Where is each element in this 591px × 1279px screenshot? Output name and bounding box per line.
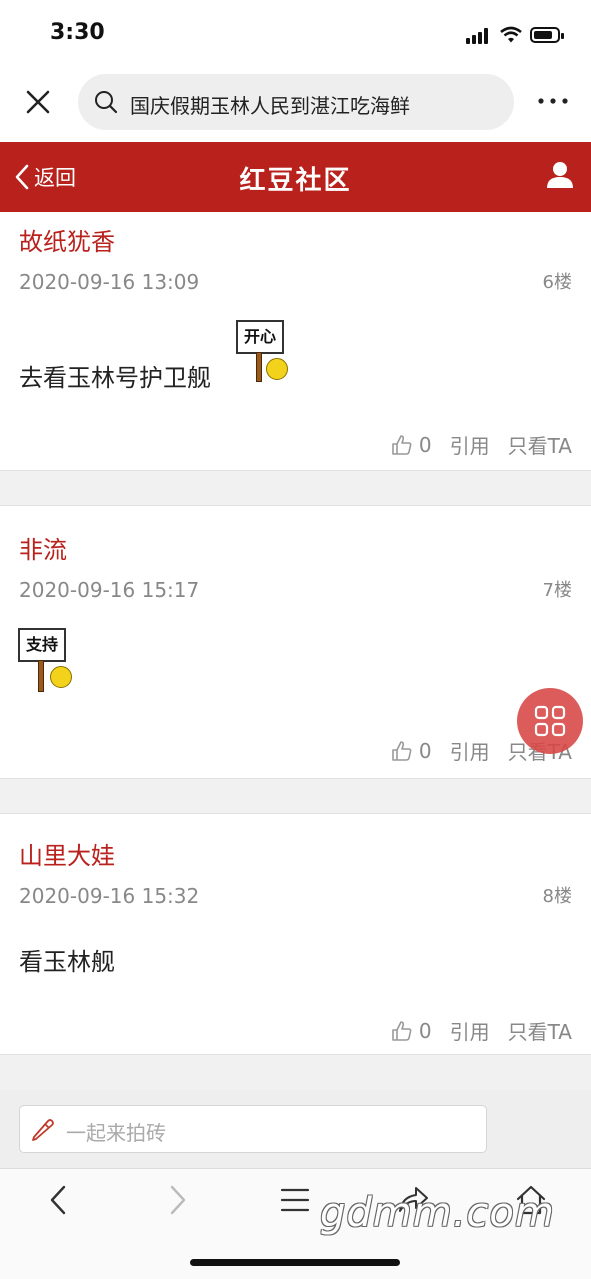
more-options-icon[interactable] <box>536 86 570 116</box>
sticker-label: 开心 <box>236 320 284 354</box>
quote-button[interactable]: 引用 <box>450 736 490 765</box>
post-text: 去看玉林号护卫舰 <box>19 364 211 392</box>
divider <box>0 1054 591 1090</box>
post-floor: 6楼 <box>542 272 572 293</box>
post-item: 山里大娃 2020-09-16 15:32 8楼 看玉林舰 0 引用 只看TA <box>0 814 591 1054</box>
reply-placeholder: 一起来拍砖 <box>66 1121 166 1145</box>
signal-icon <box>466 28 492 44</box>
floating-menu-button[interactable] <box>517 688 583 754</box>
wifi-icon <box>500 26 522 43</box>
divider <box>0 778 591 814</box>
like-button[interactable]: 0 <box>391 739 432 763</box>
search-input[interactable]: 国庆假期玉林人民到湛江吃海鲜 <box>78 74 514 130</box>
back-arrow-icon[interactable] <box>42 1183 76 1217</box>
watermark: gdmm.com <box>320 1190 555 1236</box>
post-author[interactable]: 山里大娃 <box>19 836 115 871</box>
post-actions: 0 引用 只看TA <box>391 1016 572 1045</box>
status-bar: 3:30 <box>0 0 591 70</box>
quote-button[interactable]: 引用 <box>450 1016 490 1045</box>
post-author[interactable]: 非流 <box>19 530 67 565</box>
search-text: 国庆假期玉林人民到湛江吃海鲜 <box>130 94 410 118</box>
post-time: 2020-09-16 15:17 <box>19 578 200 602</box>
post-floor: 8楼 <box>542 886 572 907</box>
post-floor: 7楼 <box>542 580 572 601</box>
post-text: 看玉林舰 <box>19 948 115 976</box>
quote-button[interactable]: 引用 <box>450 430 490 459</box>
user-icon[interactable] <box>546 161 574 189</box>
post-time: 2020-09-16 15:32 <box>19 884 200 908</box>
post-time: 2020-09-16 13:09 <box>19 270 200 294</box>
support-sticker: 支持 <box>18 628 82 694</box>
page-title: 红豆社区 <box>239 166 352 196</box>
like-button[interactable]: 0 <box>391 433 432 457</box>
divider <box>0 470 591 506</box>
pencil-icon <box>32 1119 54 1141</box>
thumbs-up-icon <box>392 1020 412 1041</box>
battery-icon <box>530 27 564 43</box>
search-icon <box>95 91 118 114</box>
reply-bar: 一起来拍砖 <box>0 1090 591 1168</box>
thumbs-up-icon <box>392 740 412 761</box>
post-author[interactable]: 故纸犹香 <box>19 222 115 257</box>
reply-input[interactable]: 一起来拍砖 <box>19 1105 487 1153</box>
post-list: 故纸犹香 2020-09-16 13:09 6楼 去看玉林号护卫舰 开心 0 引… <box>0 212 591 1090</box>
only-ta-button[interactable]: 只看TA <box>508 1016 572 1045</box>
like-count: 0 <box>418 1018 432 1043</box>
menu-icon[interactable] <box>278 1183 312 1217</box>
community-header: 返回 红豆社区 <box>0 142 591 212</box>
like-count: 0 <box>418 432 432 457</box>
thumbs-up-icon <box>392 434 412 455</box>
grid-icon <box>534 705 566 737</box>
like-count: 0 <box>418 738 432 763</box>
only-ta-button[interactable]: 只看TA <box>508 430 572 459</box>
forward-arrow-icon <box>170 1185 186 1215</box>
browser-bar: 国庆假期玉林人民到湛江吃海鲜 <box>0 70 591 142</box>
sticker-label: 支持 <box>18 628 66 662</box>
post-actions: 0 引用 只看TA <box>391 430 572 459</box>
post-item: 故纸犹香 2020-09-16 13:09 6楼 去看玉林号护卫舰 开心 0 引… <box>0 212 591 470</box>
happy-sticker: 开心 <box>236 320 300 384</box>
status-time: 3:30 <box>50 20 105 45</box>
home-indicator <box>190 1259 400 1266</box>
post-item: 非流 2020-09-16 15:17 7楼 支持 0 引用 只看TA <box>0 506 591 778</box>
like-button[interactable]: 0 <box>391 1019 432 1043</box>
close-icon[interactable] <box>20 84 56 120</box>
